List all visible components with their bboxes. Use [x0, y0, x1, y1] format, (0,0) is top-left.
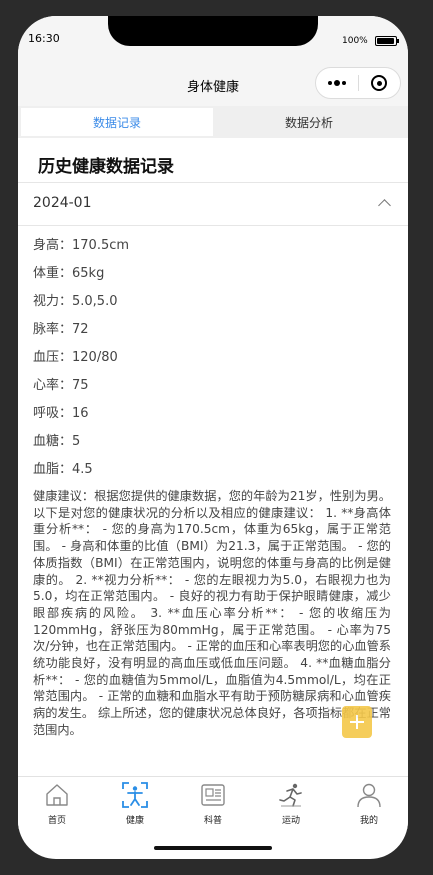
metric-vision: 视力：5.0,5.0: [33, 294, 118, 309]
tabbar-label: 首页: [47, 816, 66, 826]
record-collapse-header[interactable]: 2024-01: [18, 183, 408, 225]
battery-percent: 100%: [342, 36, 368, 46]
target-icon-center: [376, 80, 382, 86]
profile-icon: [357, 783, 381, 808]
section-title: 历史健康数据记录: [38, 157, 174, 177]
metric-weight: 体重：65kg: [33, 266, 105, 281]
plus-icon: [350, 715, 364, 729]
tab-data-record[interactable]: 数据记录: [21, 108, 213, 136]
battery-icon: [375, 36, 399, 46]
tabbar-label: 科普: [203, 816, 222, 826]
home-icon: [46, 784, 68, 806]
metric-blood-pressure: 血压：120/80: [33, 350, 118, 365]
tabbar-label: 健康: [125, 816, 144, 826]
science-icon: [201, 784, 225, 806]
divider: [18, 225, 408, 226]
camera-notch: [108, 16, 318, 46]
metric-heart-rate: 心率：75: [33, 378, 89, 393]
metric-blood-sugar: 血糖：5: [33, 434, 81, 449]
metric-blood-lipid: 血脂：4.5: [33, 462, 93, 477]
health-icon: [122, 782, 148, 808]
home-indicator[interactable]: [154, 846, 272, 850]
target-icon: [371, 75, 388, 91]
tabbar-item-health[interactable]: 健康: [96, 777, 174, 829]
tabbar-item-home[interactable]: 首页: [18, 777, 96, 829]
sport-icon: [279, 783, 302, 807]
tabbar-item-profile[interactable]: 我的: [330, 777, 408, 829]
add-record-button[interactable]: [342, 706, 372, 738]
health-advice-text: 健康建议：根据您提供的健康数据，您的年龄为21岁，性别为男。以下是对您的健康状况…: [33, 489, 391, 737]
record-month: 2024-01: [33, 195, 92, 211]
segment-tabs: 数据记录 数据分析: [18, 106, 408, 138]
status-time: 16:30: [28, 32, 60, 45]
tabbar-item-science[interactable]: 科普: [174, 777, 252, 829]
metric-respiration: 呼吸：16: [33, 406, 89, 421]
tabbar-label: 运动: [281, 816, 300, 826]
close-miniprogram-button[interactable]: [358, 68, 400, 98]
metric-height: 身高：170.5cm: [33, 238, 130, 253]
metrics-list: 身高：170.5cm 体重：65kg 视力：5.0,5.0 脉率：72 血压：1…: [33, 232, 393, 484]
more-options-button[interactable]: [316, 68, 358, 98]
more-dots-icon-center: [333, 80, 340, 86]
phone-screen: 16:30 100% 身体健康 数据记录 数据分析 历史健康数据记录 2024-…: [18, 16, 408, 859]
chevron-up-icon: [378, 199, 391, 212]
navigation-bar: 身体健康: [18, 64, 408, 106]
tabbar-label: 我的: [359, 816, 378, 826]
more-dots-icon: [327, 81, 332, 85]
tabbar-item-sport[interactable]: 运动: [252, 777, 330, 829]
more-dots-icon-end: [341, 81, 346, 85]
metric-pulse: 脉率：72: [33, 322, 89, 337]
miniprogram-capsule: [315, 67, 401, 99]
tab-data-analysis[interactable]: 数据分析: [213, 108, 405, 136]
bottom-tab-bar: 首页 健康 科普 运动 我的: [18, 776, 408, 829]
